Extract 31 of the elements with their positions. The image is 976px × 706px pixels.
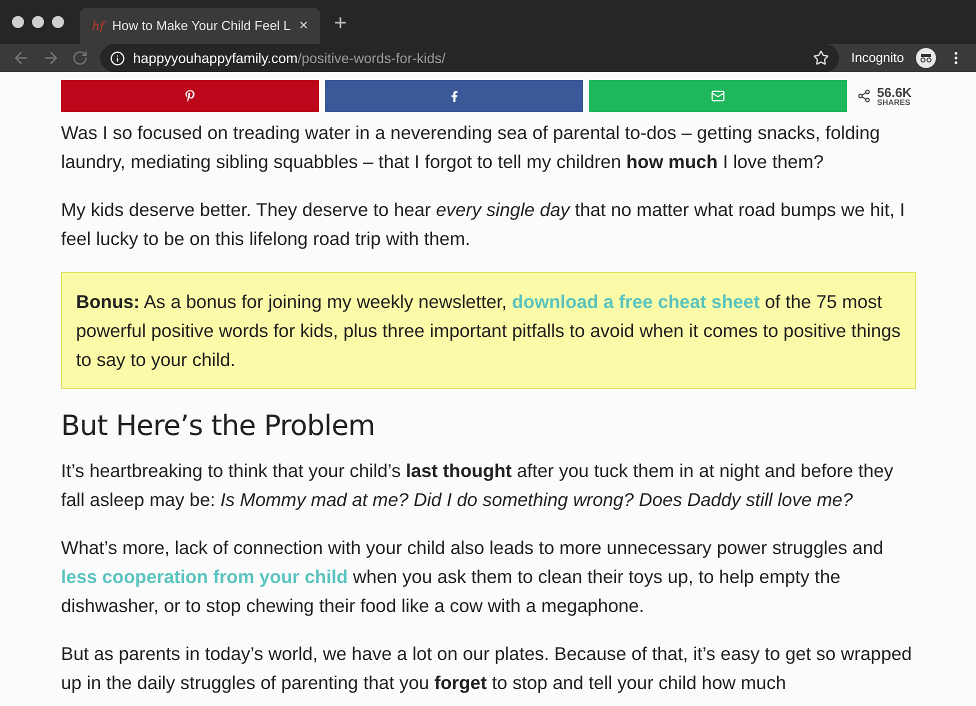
address-bar[interactable]: happyyouhappyfamily.com/positive-words-for-kids/ xyxy=(100,44,840,72)
url-domain: happyyouhappyfamily.com xyxy=(133,48,298,68)
paragraph: But as parents in today’s world, we have a lot on our plates. Because of that, it’s easy to get so wrapped up in the daily struggles of parenting that you forget to stop and tell your child how much xyxy=(61,642,913,695)
back-icon[interactable] xyxy=(12,49,30,67)
profile-label: Incognito xyxy=(851,49,904,68)
tab-title: How to Make Your Child Feel L xyxy=(112,17,292,36)
bookmark-star-icon[interactable] xyxy=(813,50,830,66)
facebook-icon xyxy=(448,90,460,102)
window-control[interactable] xyxy=(32,16,44,28)
share-count: 56.6K xyxy=(877,86,912,98)
mail-icon xyxy=(711,89,725,103)
paragraph: Was I so focused on treading water in a neverending sea of parental to-dos – getting snacks, folding laundry, mediating sibling squabbles – that I forgot to tell my children how much I love them? xyxy=(61,121,881,174)
incognito-icon[interactable] xyxy=(916,48,936,68)
share-icon xyxy=(857,89,871,103)
reload-icon[interactable] xyxy=(72,50,88,66)
paragraph: What’s more, lack of connection with your child also leads to more unnecessary power struggles and less cooperation from your child when you ask them to clean their toys up, to help empty the dishwasher, or to stop chewing their food like a cow with a megaphone. xyxy=(61,536,884,618)
tab-close-button[interactable]: × xyxy=(299,14,308,38)
info-icon xyxy=(110,50,125,66)
favicon: hf xyxy=(92,18,104,35)
share-label: SHARES xyxy=(877,98,912,106)
paragraph: My kids deserve better. They deserve to hear every single day that no matter what road bumps we hit, I feel lucky to be on this lifelong road trip with them. xyxy=(61,198,906,251)
bonus-callout: Bonus: As a bonus for joining my weekly newsletter, download a free cheat sheet of the 75 most powerful positive words for kids, plus three important pitfalls to avoid when it comes to positive things to say to your child. xyxy=(61,272,916,389)
new-tab-button[interactable]: + xyxy=(334,6,347,38)
pinterest-icon xyxy=(184,90,196,102)
section-heading: But Here’s the Problem xyxy=(61,408,376,444)
forward-icon[interactable] xyxy=(42,49,60,67)
window-control[interactable] xyxy=(12,16,24,28)
browser-tab[interactable]: hf How to Make Your Child Feel L × xyxy=(80,8,320,44)
window-control[interactable] xyxy=(52,16,64,28)
url-path: /positive-words-for-kids/ xyxy=(298,48,446,68)
paragraph: It’s heartbreaking to think that your child’s last thought after you tuck them in at night and before they fall asleep may be: Is Mommy mad at me? Did I do something wrong? Does Daddy still love me? xyxy=(61,459,894,512)
